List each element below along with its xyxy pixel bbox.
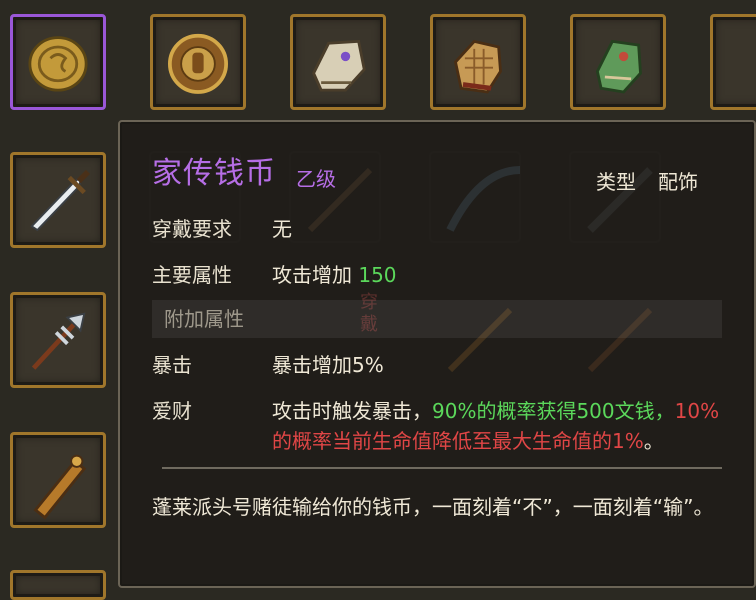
slot-round-shield[interactable] — [150, 14, 246, 110]
round-shield-icon — [168, 33, 228, 94]
main-attribute-value: 攻击增加 150 — [272, 262, 397, 288]
crit-label: 暴击 — [152, 353, 192, 377]
crit-value: 暴击增加5% — [272, 353, 384, 377]
slot-checkered-glove[interactable] — [430, 14, 526, 110]
item-grade: 乙级 — [296, 167, 336, 191]
slot-partial-bottom[interactable] — [10, 570, 106, 600]
special-effect-end: 。 — [643, 429, 664, 453]
slot-green-gauntlet[interactable] — [570, 14, 666, 110]
special-effect-positive: 90%的概率获得500文钱， — [432, 399, 675, 423]
item-type-label: 类型 — [596, 170, 636, 194]
special-effect-label: 爱财 — [152, 399, 192, 423]
extra-attributes-label: 附加属性 — [164, 307, 244, 331]
main-attribute-text: 攻击增加 — [272, 263, 352, 287]
wear-requirement-value: 无 — [272, 217, 292, 241]
special-effect-trigger: 攻击时触发暴击， — [272, 399, 432, 423]
main-attribute-label: 主要属性 — [152, 263, 232, 287]
sword-icon — [30, 169, 90, 232]
slot-jeweled-glove[interactable] — [290, 14, 386, 110]
halberd-icon — [31, 312, 86, 370]
slot-coin[interactable] — [10, 14, 106, 110]
special-effect-description: 攻击时触发暴击，90%的概率获得500文钱，10%的概率当前生命值降低至最大生命… — [272, 396, 722, 456]
green-gauntlet-icon — [595, 39, 642, 94]
tooltip-divider — [162, 467, 722, 469]
jeweled-glove-icon — [312, 39, 366, 92]
item-type-value: 配饰 — [658, 170, 698, 194]
ghost-scimitar-icon — [446, 166, 521, 232]
slot-sheathed-dagger[interactable] — [10, 432, 106, 528]
main-attribute-number: 150 — [358, 263, 397, 287]
checkered-glove-icon — [453, 39, 502, 94]
wear-requirement-label: 穿戴要求 — [152, 217, 232, 241]
item-flavor-text: 蓬莱派头号赌徒输给你的钱币，一面刻着“不”，一面刻着“输”。 — [152, 495, 714, 519]
sheathed-dagger-icon — [33, 454, 87, 520]
item-name: 家传钱币 — [152, 156, 276, 191]
slot-sword[interactable] — [10, 152, 106, 248]
slot-halberd[interactable] — [10, 292, 106, 388]
coin-icon — [28, 36, 88, 92]
ghost-blade-icon — [587, 167, 653, 233]
slot-partial-right[interactable] — [710, 14, 756, 110]
ghost-spear-icon — [307, 167, 373, 233]
